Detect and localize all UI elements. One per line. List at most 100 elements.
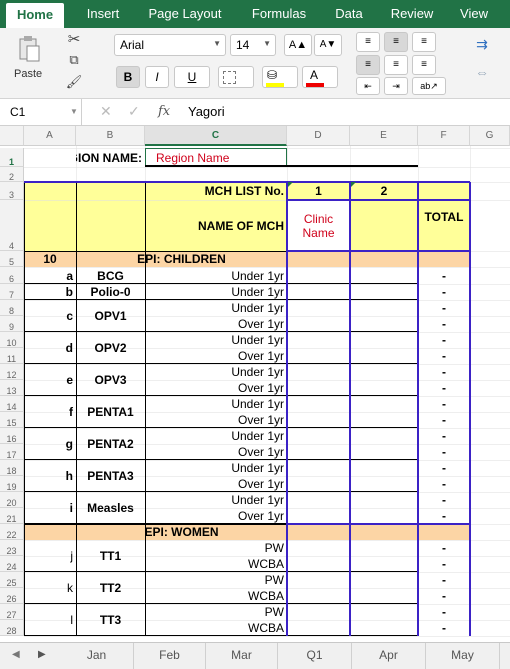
row-header-8[interactable]: 8: [0, 300, 24, 316]
age-group[interactable]: PW: [145, 604, 287, 620]
column-header-a[interactable]: A: [24, 126, 76, 146]
scroll-right-icon[interactable]: ▶: [38, 649, 46, 660]
age-group[interactable]: Under 1yr: [145, 284, 287, 300]
total-value[interactable]: -: [418, 444, 470, 460]
row-header-18[interactable]: 18: [0, 460, 24, 476]
grow-font-button[interactable]: A▲: [284, 34, 312, 56]
vaccine-letter[interactable]: i: [24, 492, 76, 524]
font-color-button[interactable]: A: [302, 66, 338, 88]
age-group[interactable]: PW: [145, 540, 287, 556]
sheet-tab-mar[interactable]: Mar: [206, 643, 278, 669]
age-group[interactable]: Over 1yr: [145, 476, 287, 492]
row-header-10[interactable]: 10: [0, 332, 24, 348]
total-value[interactable]: -: [418, 540, 470, 556]
vaccine-name[interactable]: TT3: [76, 604, 145, 636]
tab-review[interactable]: Review: [382, 0, 442, 28]
total-value[interactable]: -: [418, 476, 470, 492]
column-header-e[interactable]: E: [350, 126, 418, 146]
epi-count[interactable]: 10: [24, 251, 76, 267]
age-group[interactable]: Over 1yr: [145, 380, 287, 396]
row-header-11[interactable]: 11: [0, 348, 24, 364]
epi-children-label[interactable]: EPI: CHILDREN: [76, 251, 287, 267]
vaccine-name[interactable]: OPV1: [76, 300, 145, 332]
name-box[interactable]: C1 ▼: [0, 99, 82, 125]
worksheet-grid[interactable]: A B C D E F G 1 2 3 4 5 6 7 8 9 10 11 12 13 14 15 16 17 18 19 20 21…: [0, 126, 510, 642]
tab-data[interactable]: Data: [326, 0, 372, 28]
row-header-26[interactable]: 26: [0, 588, 24, 604]
vaccine-name[interactable]: PENTA2: [76, 428, 145, 460]
align-center-button[interactable]: ≡: [384, 55, 408, 75]
vaccine-letter[interactable]: g: [24, 428, 76, 460]
sheet-tab-apr[interactable]: Apr: [352, 643, 426, 669]
age-group[interactable]: Over 1yr: [145, 444, 287, 460]
total-value[interactable]: -: [418, 364, 470, 380]
font-name-box[interactable]: Arial ▼: [114, 34, 226, 56]
vaccine-letter[interactable]: e: [24, 364, 76, 396]
total-value[interactable]: -: [418, 556, 470, 572]
row-header-23[interactable]: 23: [0, 540, 24, 556]
total-value[interactable]: -: [418, 492, 470, 508]
name-of-mch-label[interactable]: NAME OF MCH: [145, 200, 287, 251]
vaccine-name[interactable]: PENTA1: [76, 396, 145, 428]
row-header-15[interactable]: 15: [0, 412, 24, 428]
total-value[interactable]: -: [418, 620, 470, 636]
format-painter-icon[interactable]: 🖌: [64, 74, 84, 90]
vaccine-name[interactable]: OPV2: [76, 332, 145, 364]
vaccine-letter[interactable]: c: [24, 300, 76, 332]
region-name-label[interactable]: REGION NAME:: [76, 148, 145, 167]
tab-home[interactable]: Home: [6, 3, 64, 28]
total-value[interactable]: -: [418, 267, 470, 284]
age-group[interactable]: WCBA: [145, 556, 287, 572]
tab-view[interactable]: View: [448, 0, 500, 28]
sheet-tab-jan[interactable]: Jan: [60, 643, 134, 669]
row-header-25[interactable]: 25: [0, 572, 24, 588]
total-value[interactable]: -: [418, 460, 470, 476]
function-icon[interactable]: fx: [158, 104, 170, 119]
age-group[interactable]: Over 1yr: [145, 316, 287, 332]
vaccine-name[interactable]: TT2: [76, 572, 145, 604]
align-middle-button[interactable]: ≡: [384, 32, 408, 52]
row-header-1[interactable]: 1: [0, 148, 24, 167]
sheet-tab-may[interactable]: May: [426, 643, 500, 669]
row-header-24[interactable]: 24: [0, 556, 24, 572]
vaccine-letter[interactable]: h: [24, 460, 76, 492]
cut-icon[interactable]: ✂: [64, 30, 84, 48]
vaccine-letter[interactable]: b: [24, 284, 76, 300]
age-group[interactable]: Over 1yr: [145, 412, 287, 428]
italic-button[interactable]: I: [145, 66, 169, 88]
column-header-c[interactable]: C: [145, 126, 287, 146]
column-header-f[interactable]: F: [418, 126, 470, 146]
wrap-text-icon[interactable]: ⇉: [470, 36, 494, 53]
vaccine-name[interactable]: OPV3: [76, 364, 145, 396]
column-header-g[interactable]: G: [470, 126, 510, 146]
total-header[interactable]: TOTAL: [418, 182, 470, 251]
total-value[interactable]: -: [418, 332, 470, 348]
align-top-button[interactable]: ≡: [356, 32, 380, 52]
tab-page-layout[interactable]: Page Layout: [136, 0, 234, 28]
total-value[interactable]: -: [418, 348, 470, 364]
age-group[interactable]: Under 1yr: [145, 396, 287, 412]
row-header-4[interactable]: 4: [0, 200, 24, 251]
vaccine-letter[interactable]: f: [24, 396, 76, 428]
decrease-indent-button[interactable]: ⇤: [356, 77, 380, 95]
age-group[interactable]: WCBA: [145, 588, 287, 604]
age-group[interactable]: Under 1yr: [145, 492, 287, 508]
confirm-icon[interactable]: ✓: [128, 103, 140, 120]
paste-label[interactable]: Paste: [14, 68, 42, 80]
fill-color-button[interactable]: ⛁: [262, 66, 298, 88]
align-left-button[interactable]: ≡: [356, 55, 380, 75]
row-header-20[interactable]: 20: [0, 492, 24, 508]
age-group[interactable]: Under 1yr: [145, 332, 287, 348]
row-header-17[interactable]: 17: [0, 444, 24, 460]
orientation-button[interactable]: ab↗: [412, 77, 446, 95]
increase-indent-button[interactable]: ⇥: [384, 77, 408, 95]
row-header-19[interactable]: 19: [0, 476, 24, 492]
tab-insert[interactable]: Insert: [74, 0, 132, 28]
total-value[interactable]: -: [418, 428, 470, 444]
vaccine-name[interactable]: BCG: [76, 267, 145, 284]
total-value[interactable]: -: [418, 396, 470, 412]
total-value[interactable]: -: [418, 604, 470, 620]
age-group[interactable]: Under 1yr: [145, 300, 287, 316]
underline-button[interactable]: U: [174, 66, 210, 88]
total-value[interactable]: -: [418, 572, 470, 588]
